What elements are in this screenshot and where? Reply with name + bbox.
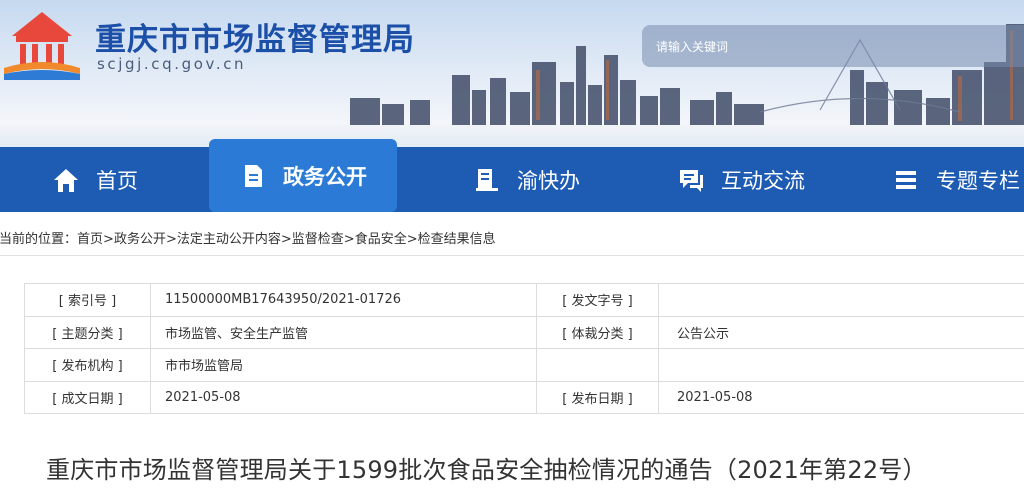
nav-item-government-affairs[interactable]: 政务公开 bbox=[209, 139, 397, 212]
meta-value: 市场监管、安全生产监管 bbox=[150, 315, 537, 349]
site-domain: scjgj.cq.gov.cn bbox=[97, 55, 247, 73]
meta-key bbox=[536, 348, 659, 382]
article-title: 重庆市市场监督管理局关于1599批次食品安全抽检情况的通告（2021年第22号） bbox=[46, 456, 927, 484]
search-input[interactable] bbox=[656, 40, 956, 54]
nav-item-special-topics[interactable]: 专题专栏 bbox=[892, 147, 1020, 212]
meta-key: [ 成文日期 ] bbox=[24, 380, 151, 414]
meta-key: [ 发文字号 ] bbox=[536, 283, 659, 317]
meta-value: 11500000MB17643950/2021-01726 bbox=[150, 283, 537, 317]
meta-key: [ 发布机构 ] bbox=[24, 348, 151, 382]
breadcrumb-separator: > bbox=[343, 232, 355, 247]
nav-item-label: 互动交流 bbox=[721, 168, 805, 193]
nav-item-label: 首页 bbox=[96, 168, 138, 193]
meta-value: 2021-05-08 bbox=[658, 380, 1024, 414]
meta-key: [ 发布日期 ] bbox=[536, 380, 659, 414]
meta-key: [ 索引号 ] bbox=[24, 283, 151, 317]
breadcrumb-item-supervision[interactable]: 监督检查 bbox=[292, 232, 344, 247]
breadcrumb-item-statutory-content[interactable]: 法定主动公开内容 bbox=[177, 232, 281, 247]
meta-value: 市市场监管局 bbox=[150, 348, 537, 382]
breadcrumb-separator: > bbox=[406, 232, 418, 247]
nav-item-interaction[interactable]: 互动交流 bbox=[677, 147, 805, 212]
meta-value bbox=[658, 348, 1024, 382]
breadcrumb-item-food-safety[interactable]: 食品安全 bbox=[355, 232, 407, 247]
breadcrumb-prefix: 您当前的位置： bbox=[0, 232, 78, 247]
site-header: 重庆市市场监督管理局 scjgj.cq.gov.cn bbox=[0, 0, 1024, 125]
nav-item-yukuaiban[interactable]: 渝快办 bbox=[473, 147, 580, 212]
meta-key: [ 体裁分类 ] bbox=[536, 315, 659, 349]
main-nav: 首页 政务公开 渝快办 互动交流 专题专栏 bbox=[0, 139, 1024, 212]
table-row: [ 索引号 ] 11500000MB17643950/2021-01726 [ … bbox=[24, 283, 1024, 317]
table-row: [ 发布机构 ] 市市场监管局 bbox=[24, 348, 1024, 382]
document-icon bbox=[245, 164, 262, 187]
stack-icon bbox=[896, 170, 916, 189]
nav-item-label: 政务公开 bbox=[283, 164, 367, 189]
nav-top-strip bbox=[0, 125, 1024, 147]
breadcrumb-item-home[interactable]: 首页 bbox=[77, 232, 103, 247]
nav-item-label: 专题专栏 bbox=[936, 168, 1020, 193]
breadcrumb-item-government-affairs[interactable]: 政务公开 bbox=[114, 232, 166, 247]
cq-building-logo-icon bbox=[4, 12, 80, 80]
breadcrumb-separator: > bbox=[280, 232, 292, 247]
home-icon bbox=[54, 168, 78, 192]
nav-item-label: 渝快办 bbox=[517, 168, 580, 193]
chat-icon bbox=[680, 169, 703, 192]
breadcrumb: 您当前的位置：首页>政务公开>法定主动公开内容>监督检查>食品安全>检查结果信息 bbox=[0, 228, 496, 247]
meta-value bbox=[658, 283, 1024, 317]
site-title[interactable]: 重庆市市场监督管理局 bbox=[95, 14, 415, 59]
breadcrumb-separator: > bbox=[103, 232, 114, 247]
document-meta-table: [ 索引号 ] 11500000MB17643950/2021-01726 [ … bbox=[24, 283, 1024, 414]
table-row: [ 成文日期 ] 2021-05-08 [ 发布日期 ] 2021-05-08 bbox=[24, 380, 1024, 414]
breadcrumb-item-inspection-results[interactable]: 检查结果信息 bbox=[418, 232, 496, 247]
breadcrumb-separator: > bbox=[165, 232, 177, 247]
meta-key: [ 主题分类 ] bbox=[24, 315, 151, 349]
nav-item-home[interactable]: 首页 bbox=[52, 147, 138, 212]
meta-value: 2021-05-08 bbox=[150, 380, 537, 414]
table-row: [ 主题分类 ] 市场监管、安全生产监管 [ 体裁分类 ] 公告公示 bbox=[24, 315, 1024, 349]
service-book-icon bbox=[476, 168, 498, 191]
search-box[interactable] bbox=[642, 25, 1024, 67]
breadcrumb-divider bbox=[0, 255, 1024, 256]
meta-value: 公告公示 bbox=[658, 315, 1024, 349]
